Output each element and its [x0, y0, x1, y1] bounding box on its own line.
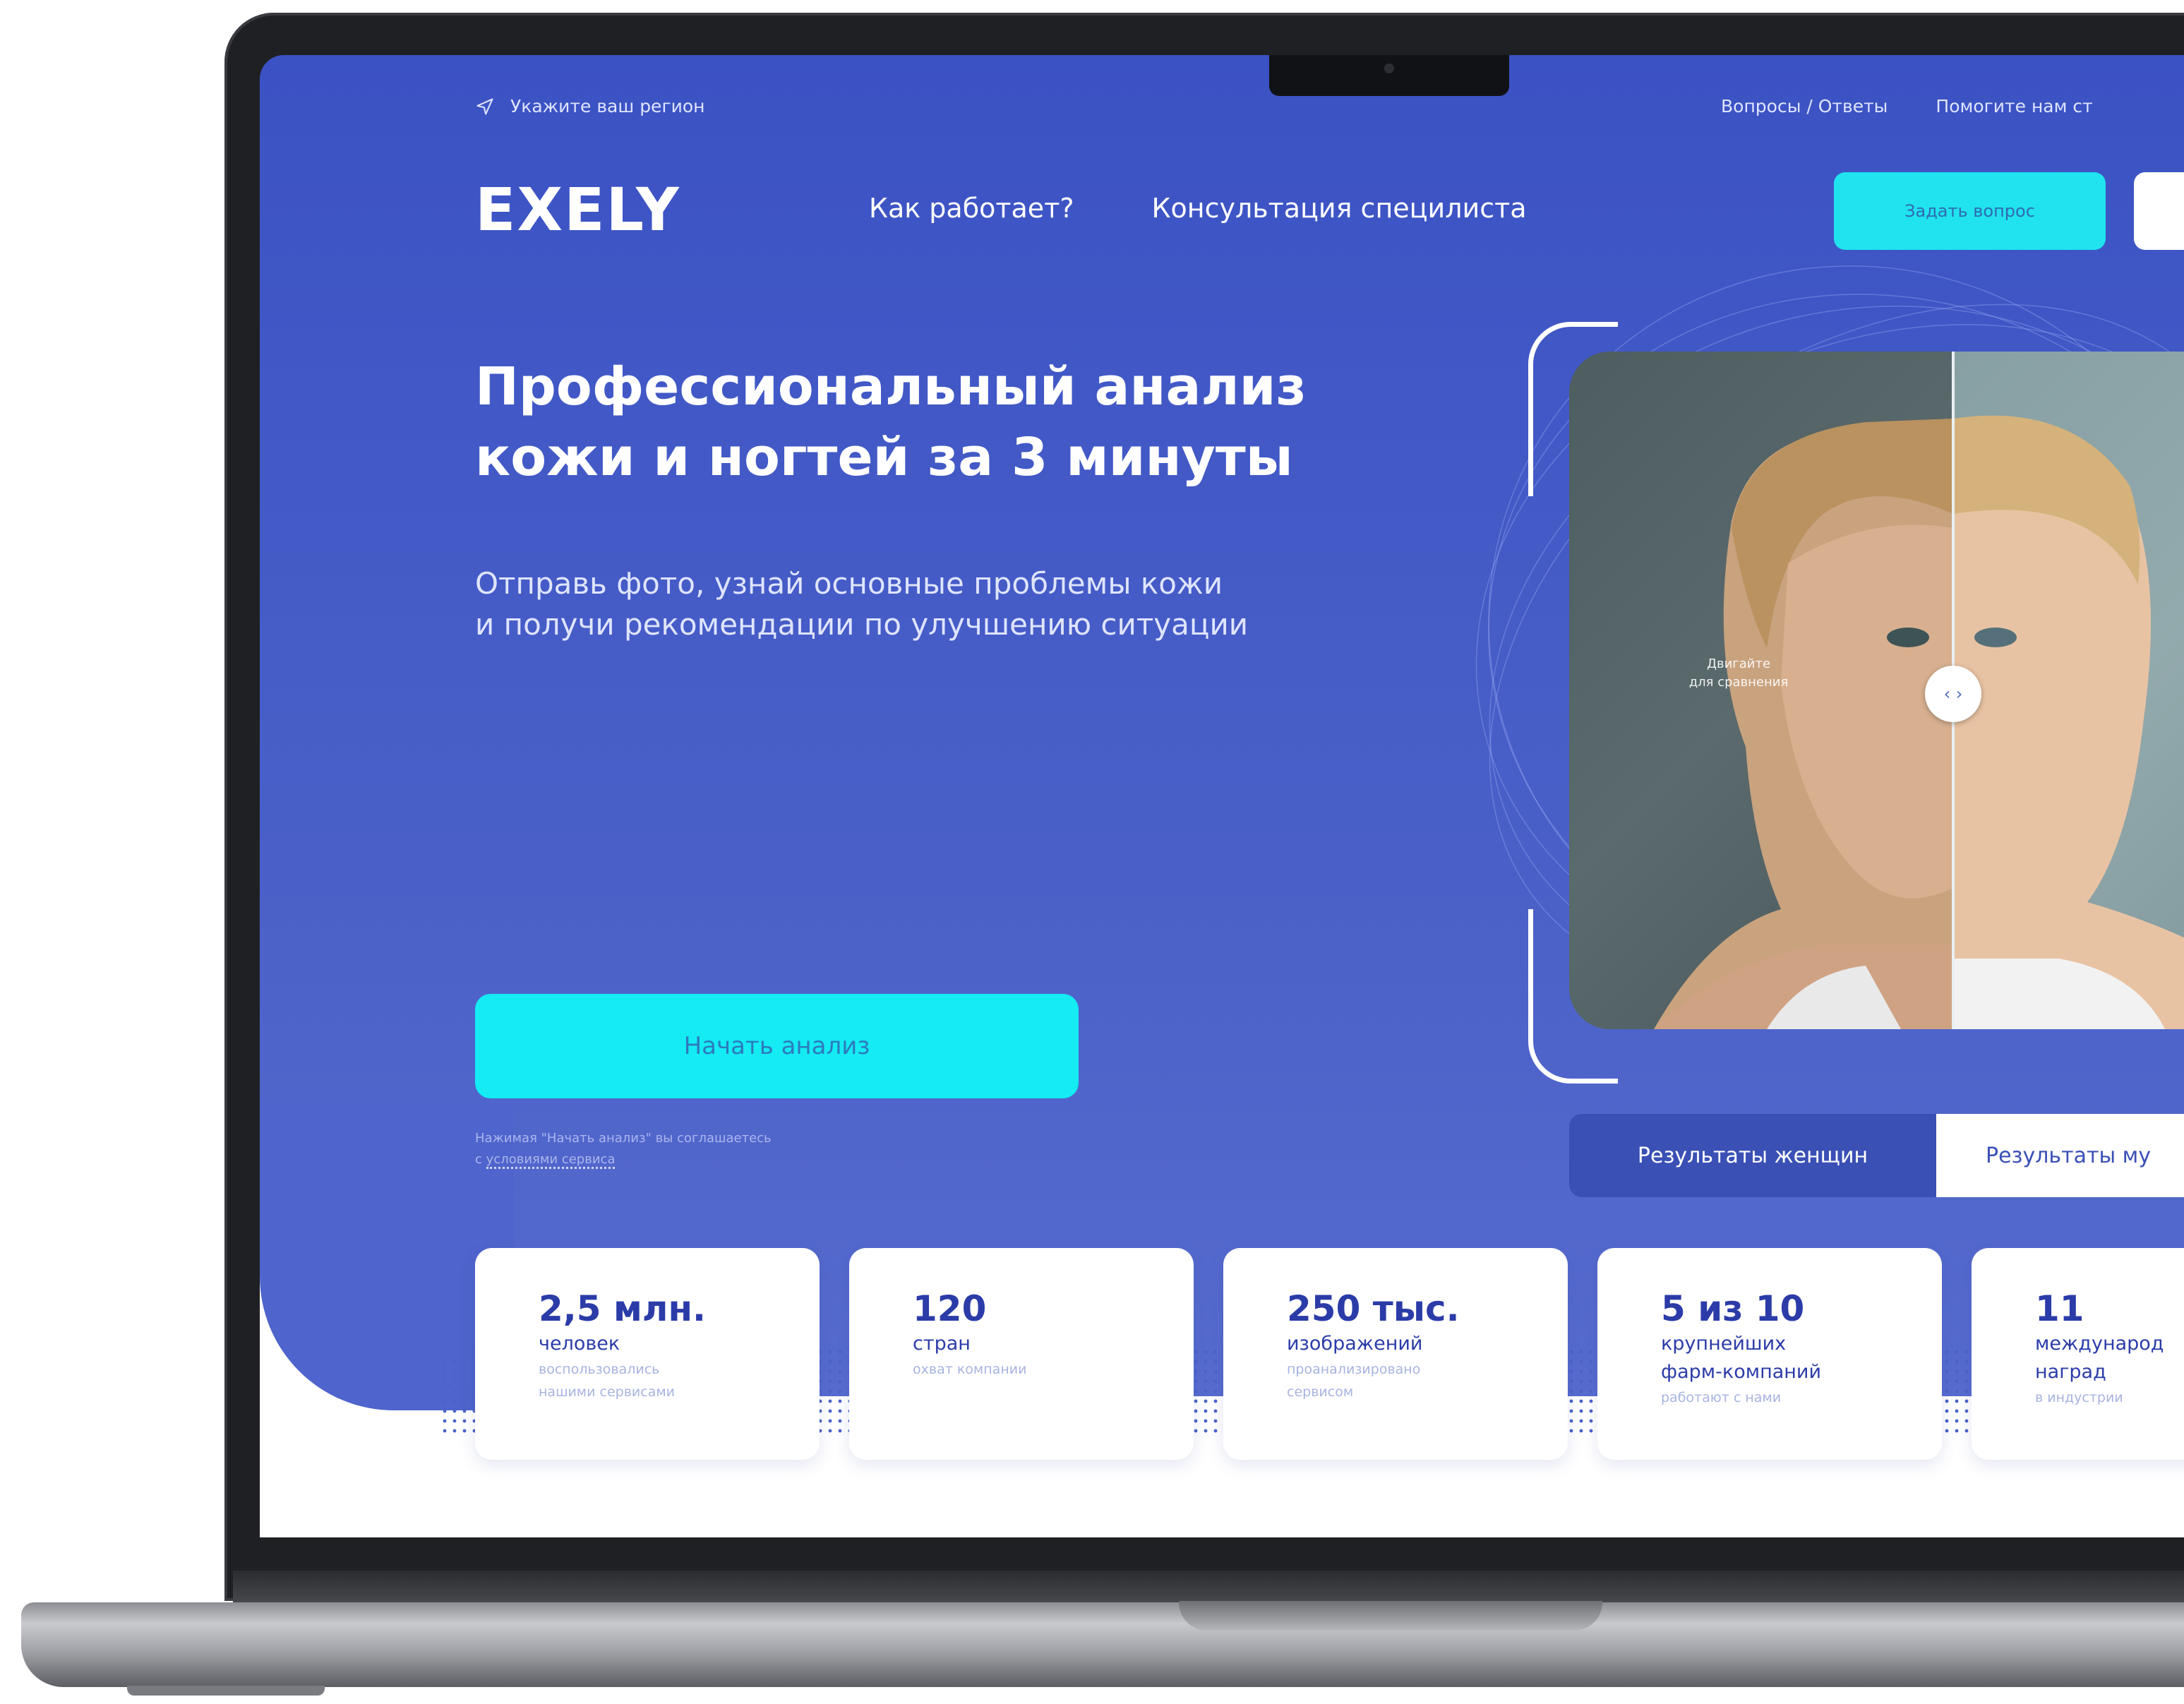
compare-hint-line-1: Двигайте	[1706, 656, 1771, 671]
stat-card: 120 стран охват компании	[849, 1248, 1194, 1460]
ask-question-button[interactable]: Задать вопрос	[1834, 172, 2106, 250]
stat-card: 250 тыс. изображений проанализировано се…	[1223, 1248, 1568, 1460]
tab-men-results[interactable]: Результаты му	[1936, 1114, 2184, 1197]
camera-icon	[1384, 64, 1394, 73]
stat-card: 5 из 10 крупнейших фарм-компаний работаю…	[1597, 1248, 1942, 1460]
before-after-comparer[interactable]: Двигайте для сравнения ‹ ›	[1569, 352, 2184, 1029]
stat-value: 11	[2035, 1288, 2084, 1329]
stat-description: проанализировано сервисом	[1287, 1362, 1421, 1400]
stat-label: стран	[913, 1333, 971, 1355]
double-chevron-icon: ‹ ›	[1943, 684, 1963, 704]
stat-description: воспользовались нашими сервисами	[539, 1362, 676, 1400]
stat-value: 250 тыс.	[1287, 1288, 1460, 1329]
hero-title-line-1: Профессиональный анализ	[475, 356, 1307, 417]
nav-consultation[interactable]: Консультация специлиста	[1152, 193, 1527, 224]
stat-description: в индустрии	[2035, 1390, 2123, 1405]
hero-subtitle-line-1: Отправь фото, узнай основные проблемы ко…	[475, 566, 1223, 601]
consent-prefix: с	[475, 1152, 482, 1167]
top-links: Вопросы / Ответы Помогите нам ст	[1721, 96, 2093, 116]
region-selector[interactable]: Укажите ваш регион	[475, 96, 704, 116]
stat-label: международ наград	[2035, 1333, 2164, 1383]
stat-value: 2,5 млн.	[539, 1288, 707, 1329]
logo[interactable]: EXELY	[475, 175, 680, 244]
help-link[interactable]: Помогите нам ст	[1936, 96, 2092, 116]
terms-link[interactable]: условиями сервиса	[486, 1152, 616, 1169]
stat-description: работают с нами	[1661, 1390, 1782, 1405]
stat-label: изображений	[1287, 1333, 1423, 1355]
consent-line-2: с условиями сервиса	[475, 1149, 969, 1170]
laptop-base-notch	[1179, 1601, 1602, 1631]
hero-subtitle-line-2: и получи рекомендации по улучшению ситуа…	[475, 607, 1249, 642]
faq-link[interactable]: Вопросы / Ответы	[1721, 96, 1888, 116]
main-nav: Как работает? Консультация специлиста	[869, 193, 1527, 224]
hero-title: Профессиональный анализ кожи и ногтей за…	[475, 352, 1463, 493]
compare-hint: Двигайте для сравнения	[1654, 655, 1823, 692]
compare-hint-line-2: для сравнения	[1688, 675, 1789, 690]
camera-notch	[1269, 55, 1509, 96]
stat-card: 11 международ наград в индустрии	[1972, 1248, 2184, 1460]
consent-line-1: Нажимая "Начать анализ" вы соглашаетесь	[475, 1131, 772, 1146]
tab-women-results[interactable]: Результаты женщин	[1569, 1114, 1936, 1197]
location-arrow-icon	[476, 97, 493, 115]
stat-label: крупнейших фарм-компаний	[1661, 1333, 1822, 1383]
after-face-illustration	[1953, 415, 2184, 1029]
laptop-foot	[127, 1686, 325, 1696]
nav-how-it-works[interactable]: Как работает?	[869, 193, 1074, 224]
compare-drag-handle[interactable]: ‹ ›	[1925, 666, 1981, 722]
consent-text: Нажимая "Начать анализ" вы соглашаетесь …	[475, 1128, 969, 1170]
stat-label: человек	[539, 1333, 620, 1355]
stat-card: 2,5 млн. человек воспользовались нашими …	[475, 1248, 820, 1460]
laptop-base	[21, 1602, 2184, 1687]
stat-value: 5 из 10	[1661, 1288, 1805, 1329]
hero-title-line-2: кожи и ногтей за 3 минуты	[475, 427, 1293, 488]
after-photo	[1953, 352, 2184, 1029]
start-analysis-button[interactable]: Начать анализ	[475, 994, 1079, 1098]
stat-value: 120	[913, 1288, 987, 1329]
region-label: Укажите ваш регион	[510, 96, 705, 116]
secondary-header-button[interactable]	[2134, 172, 2184, 250]
hero-subtitle: Отправь фото, узнай основные проблемы ко…	[475, 563, 1393, 645]
laptop-screen: Укажите ваш регион Вопросы / Ответы Помо…	[260, 55, 2184, 1537]
result-tabs: Результаты женщин Результаты му	[1569, 1114, 2184, 1197]
stat-description: охват компании	[913, 1362, 1027, 1377]
